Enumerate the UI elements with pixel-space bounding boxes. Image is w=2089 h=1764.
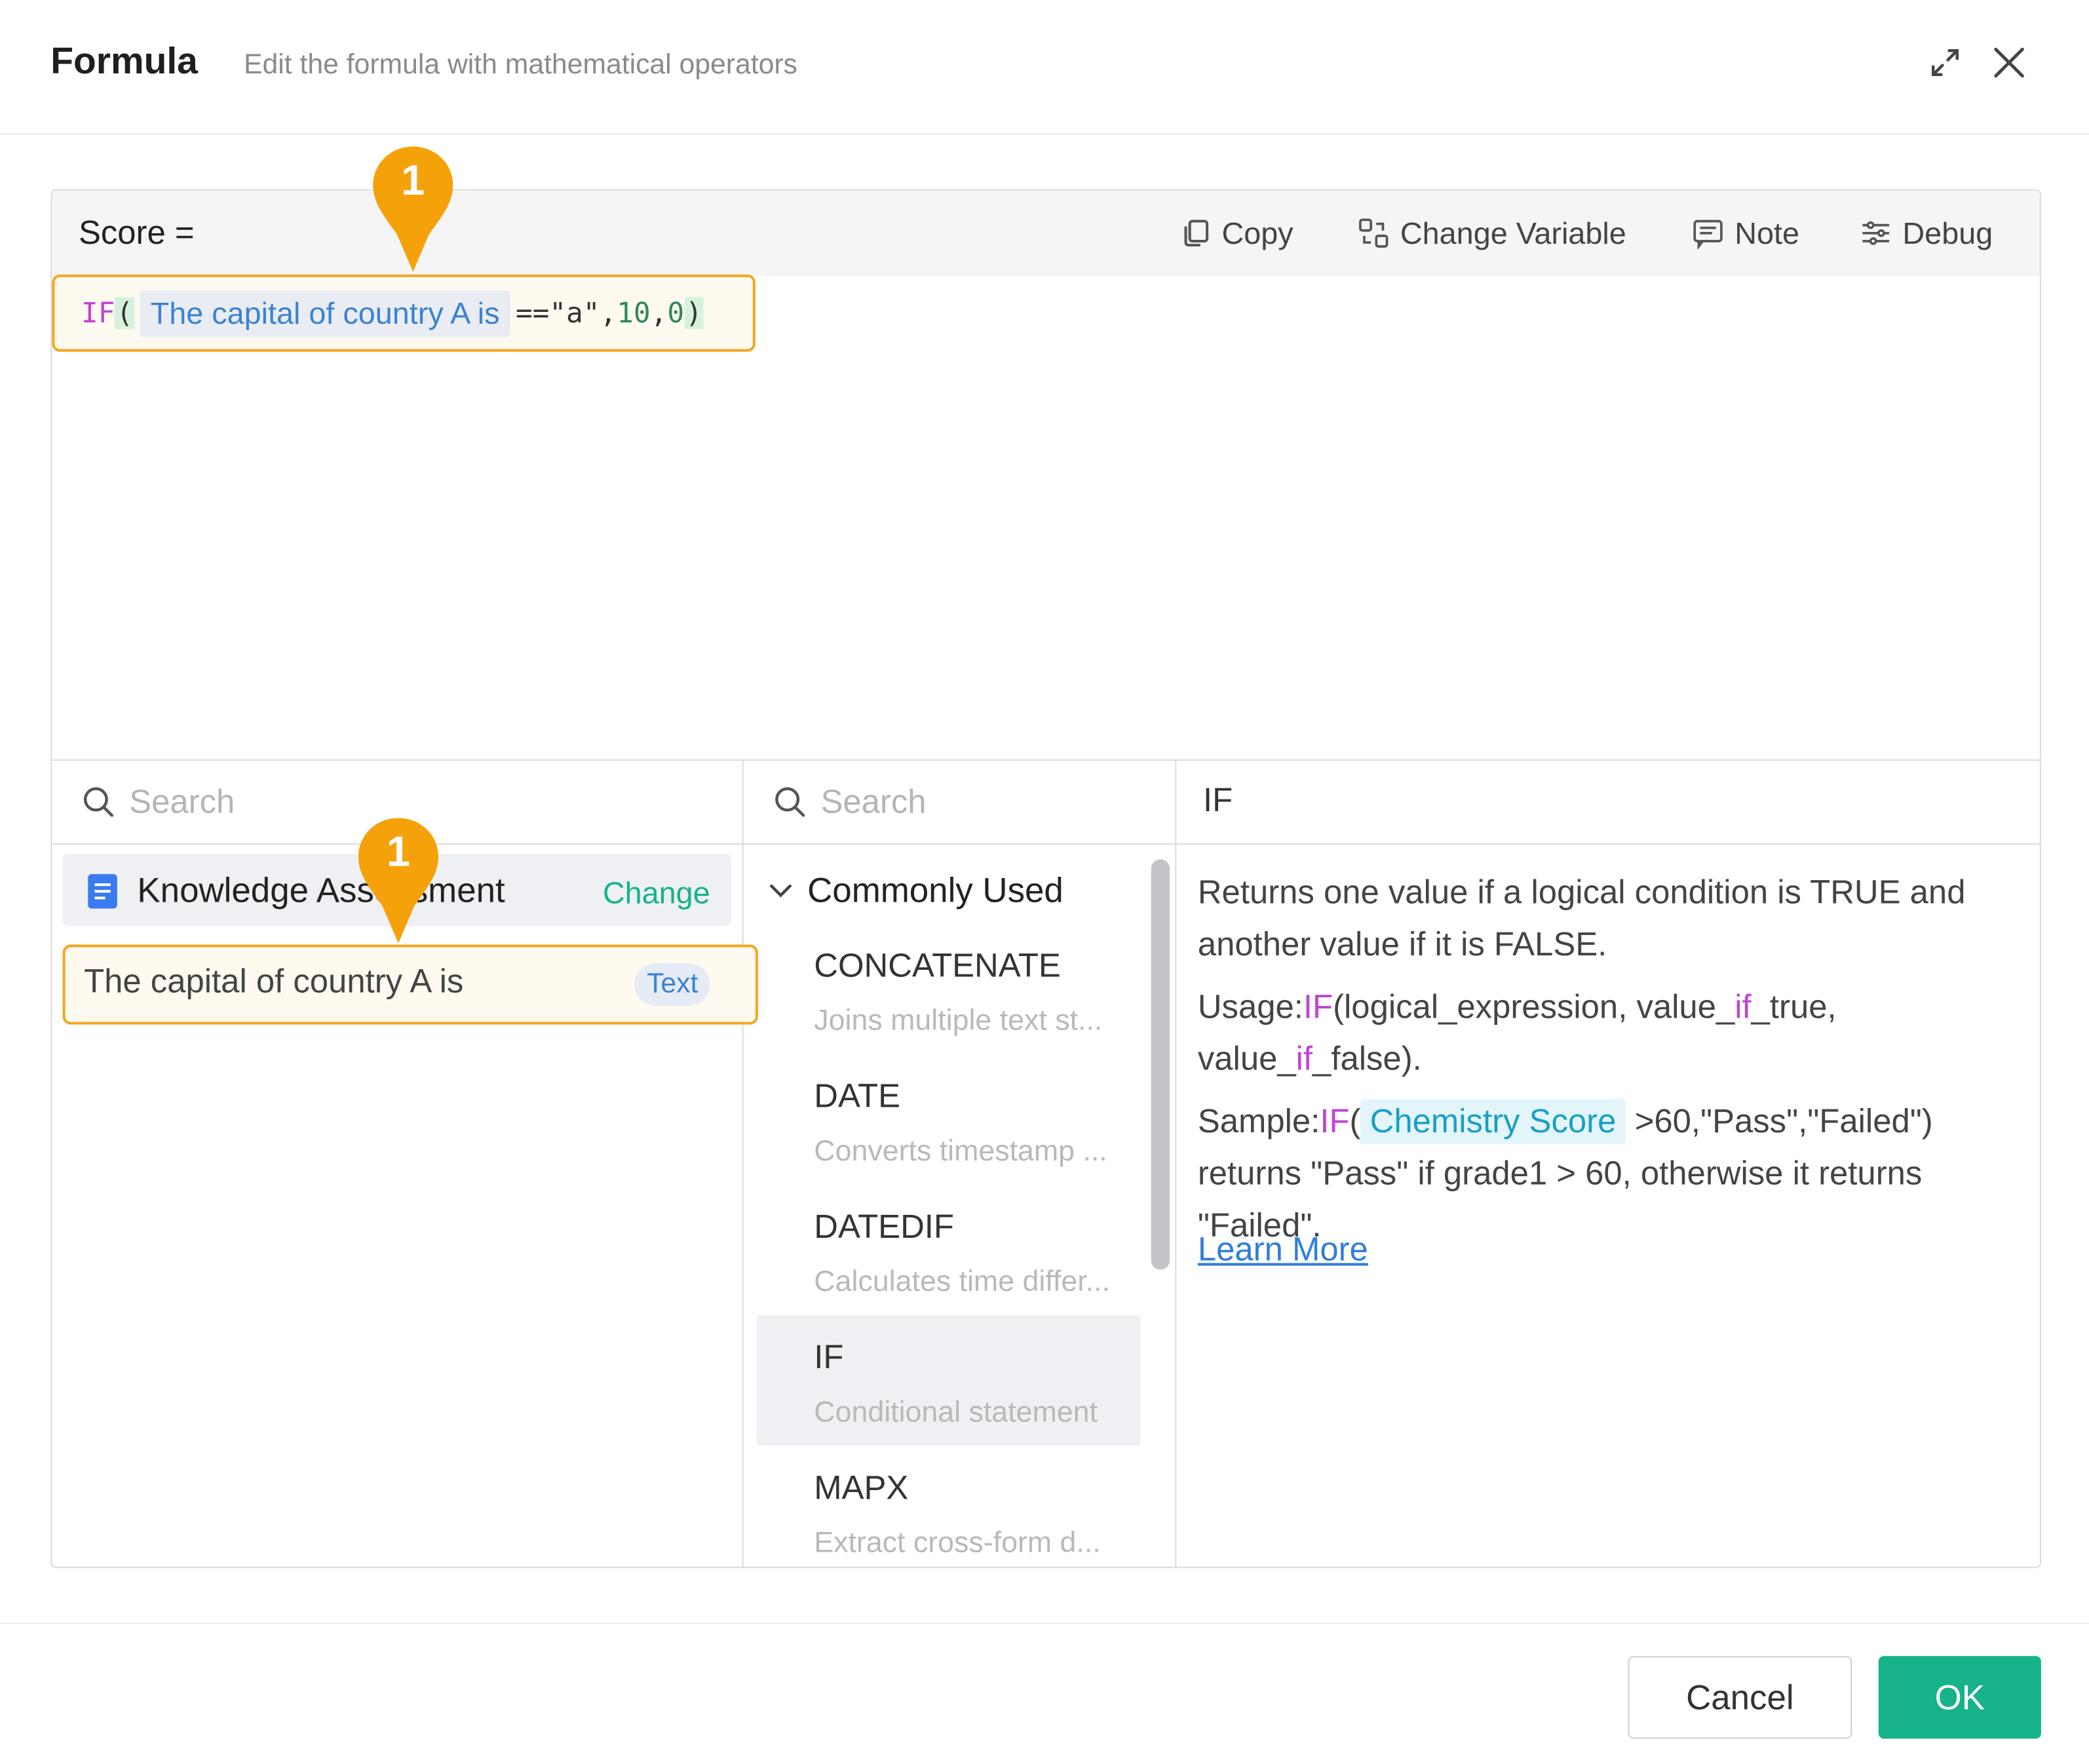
dialog-header: Formula Edit the formula with mathematic… <box>0 0 2089 135</box>
function-desc: Conditional statement <box>814 1394 1098 1428</box>
function-desc: Extract cross-form d... <box>814 1525 1101 1559</box>
function-item-mapx[interactable]: MAPX Extract cross-form d... <box>757 1446 1141 1567</box>
field-item[interactable]: The capital of country A is Text <box>62 944 758 1025</box>
annotation-marker-1b: 1 <box>355 815 442 946</box>
chevron-down-icon <box>769 883 792 897</box>
form-name: Knowledge Assessment <box>137 870 505 910</box>
change-variable-label: Change Variable <box>1400 215 1626 250</box>
annotation-marker-1: 1 <box>369 144 457 275</box>
formula-variable-chip[interactable]: The capital of country A is <box>140 290 510 337</box>
usage-keyword: if <box>1295 1040 1313 1078</box>
function-desc: Calculates time differ... <box>814 1264 1110 1298</box>
function-name: DATE <box>814 1077 901 1115</box>
usage-part: (logical_expression, value_ <box>1333 988 1735 1026</box>
function-item-concatenate[interactable]: CONCATENATE Joins multiple text st... <box>757 923 1141 1054</box>
usage-prefix: Usage: <box>1197 988 1303 1026</box>
footer-divider <box>0 1622 2089 1624</box>
note-button[interactable]: Note <box>1692 212 1799 254</box>
formula-arg-false: 0 <box>667 297 685 330</box>
function-list-scrollbar[interactable] <box>1151 859 1170 1270</box>
learn-more-link[interactable]: Learn More <box>1198 1231 1368 1270</box>
formula-helper-panels: Knowledge Assessment Change The capital … <box>52 759 2040 1567</box>
cancel-button[interactable]: Cancel <box>1628 1656 1852 1739</box>
function-description: Returns one value if a logical condition… <box>1198 868 2010 1263</box>
function-item-date[interactable]: DATE Converts timestamp ... <box>757 1054 1141 1184</box>
usage-function: IF <box>1303 988 1333 1026</box>
formula-operator: =="a", <box>515 297 617 330</box>
function-detail-header: IF <box>1176 761 2040 845</box>
sample-rest: >60,"Pass","Failed") <box>1625 1103 1933 1141</box>
debug-label: Debug <box>1902 215 1993 250</box>
note-label: Note <box>1734 215 1800 250</box>
change-variable-button[interactable]: Change Variable <box>1358 212 1626 254</box>
close-icon[interactable] <box>1988 40 2031 85</box>
function-list: Commonly Used CONCATENATE Joins multiple… <box>744 843 1177 1567</box>
function-name: MAPX <box>814 1469 909 1507</box>
annotation-number: 1 <box>401 155 425 204</box>
formula-arg-true: 10 <box>617 297 651 330</box>
expand-icon[interactable] <box>1924 40 1966 85</box>
ok-button[interactable]: OK <box>1878 1656 2041 1739</box>
usage-keyword: if <box>1734 988 1752 1026</box>
dialog-title: Formula <box>50 39 198 82</box>
swap-icon <box>1359 218 1389 248</box>
annotation-number: 1 <box>386 827 411 875</box>
function-name: DATEDIF <box>814 1208 954 1246</box>
formula-separator: , <box>650 297 668 330</box>
copy-label: Copy <box>1221 215 1294 250</box>
formula-expression[interactable]: IF(The capital of country A is =="a", 10, 0… <box>52 274 756 352</box>
debug-button[interactable]: Debug <box>1860 212 1993 254</box>
search-icon <box>83 787 114 817</box>
formula-editor: Score = Copy Change Variable Note Debug … <box>50 189 2041 1569</box>
sample-paren: ( <box>1349 1103 1361 1141</box>
function-name: IF <box>814 1339 844 1377</box>
copy-icon <box>1184 220 1209 247</box>
fields-list: Knowledge Assessment Change The capital … <box>52 843 758 1567</box>
function-desc: Joins multiple text st... <box>814 1003 1103 1037</box>
formula-function: IF <box>81 297 115 330</box>
description-text: Returns one value if a logical condition… <box>1197 873 1966 964</box>
sample-variable-chip: Chemistry Score <box>1360 1099 1626 1145</box>
dialog-subtitle: Edit the formula with mathematical opera… <box>244 49 797 80</box>
function-name: CONCATENATE <box>814 947 1061 985</box>
change-form-link[interactable]: Change <box>603 875 710 911</box>
category-commonly-used[interactable]: Commonly Used <box>767 870 1064 911</box>
function-detail-pane: IF Returns one value if a logical condit… <box>1176 761 2040 1567</box>
category-label: Commonly Used <box>807 870 1064 910</box>
copy-button[interactable]: Copy <box>1181 212 1294 254</box>
functions-search-bar <box>743 761 1176 845</box>
usage-part: _false). <box>1313 1040 1422 1078</box>
note-icon <box>1693 220 1723 250</box>
formula-close-paren: ) <box>684 297 704 330</box>
functions-pane: Commonly Used CONCATENATE Joins multiple… <box>743 760 1177 1567</box>
result-field-label: Score = <box>78 214 195 252</box>
function-item-datedif[interactable]: DATEDIF Calculates time differ... <box>757 1185 1141 1315</box>
sample-function: IF <box>1320 1103 1350 1141</box>
field-name: The capital of country A is <box>84 963 464 1001</box>
function-item-if[interactable]: IF Conditional statement <box>756 1314 1141 1446</box>
functions-search-input[interactable] <box>820 779 1141 825</box>
sample-prefix: Sample: <box>1197 1103 1320 1141</box>
editor-toolbar: Score = Copy Change Variable Note Debug <box>52 190 2040 276</box>
function-detail-title: IF <box>1202 782 1233 820</box>
usage-text: Usage:IF(logical_expression, value_if_tr… <box>1198 982 2010 1086</box>
sample-text: Sample:IF(Chemistry Score >60,"Pass","Fa… <box>1198 1096 2010 1252</box>
formula-open-paren: ( <box>115 297 135 330</box>
debug-icon <box>1862 221 1890 245</box>
document-icon <box>88 873 117 909</box>
function-desc: Converts timestamp ... <box>814 1134 1107 1168</box>
formula-dialog: Formula Edit the formula with mathematic… <box>0 0 2089 1764</box>
field-type-badge: Text <box>634 963 710 1007</box>
search-icon <box>775 787 805 817</box>
